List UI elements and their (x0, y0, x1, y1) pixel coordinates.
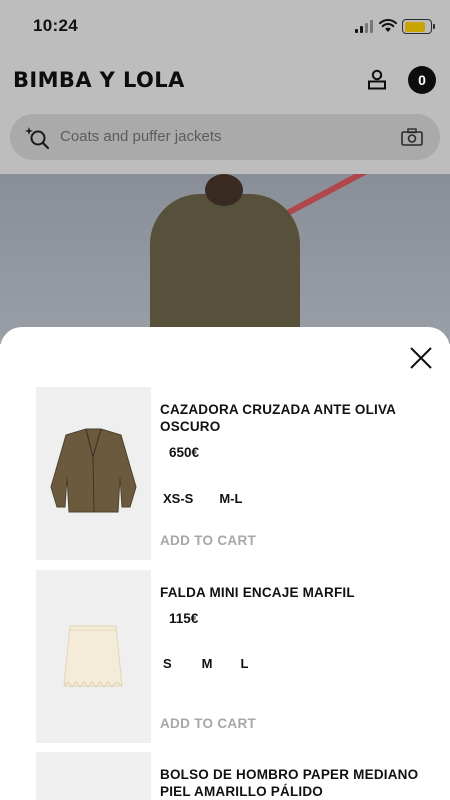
add-to-cart-button[interactable]: ADD TO CART (160, 716, 256, 731)
search-placeholder: Coats and puffer jackets (60, 128, 222, 145)
product-card: FALDA MINI ENCAJE MARFIL 115€ S M L ADD … (36, 570, 450, 743)
cellular-signal-icon (355, 20, 375, 33)
product-card: CAZADORA CRUZADA ANTE OLIVA OSCURO 650€ … (36, 387, 450, 560)
product-title[interactable]: FALDA MINI ENCAJE MARFIL (160, 584, 430, 601)
cart-button[interactable]: 0 (408, 66, 436, 94)
size-option[interactable]: M-L (219, 491, 242, 506)
product-title[interactable]: BOLSO DE HOMBRO PAPER MEDIANO PIEL AMARI… (160, 766, 430, 800)
close-icon[interactable] (408, 345, 434, 371)
product-image-jacket[interactable] (36, 387, 151, 560)
add-to-cart-button[interactable]: ADD TO CART (160, 533, 256, 548)
camera-icon[interactable] (401, 128, 423, 146)
size-option[interactable]: M (202, 656, 213, 671)
product-price: 650€ (169, 445, 200, 460)
status-time: 10:24 (33, 16, 78, 35)
size-option[interactable]: XS-S (163, 491, 193, 506)
product-image-skirt[interactable] (36, 570, 151, 743)
search-input[interactable]: Coats and puffer jackets (10, 114, 440, 160)
ai-search-icon (25, 127, 50, 150)
product-title[interactable]: CAZADORA CRUZADA ANTE OLIVA OSCURO (160, 401, 430, 435)
brand-logo[interactable]: BIMBA Y LOLA (13, 68, 185, 92)
battery-icon (402, 19, 435, 34)
hero-banner-image (0, 174, 450, 344)
account-icon[interactable] (366, 69, 388, 91)
product-price: 115€ (169, 611, 199, 626)
wifi-icon (379, 19, 397, 32)
size-option[interactable]: S (163, 656, 172, 671)
size-option[interactable]: L (241, 656, 249, 671)
product-image-bag[interactable] (36, 752, 151, 800)
product-bottom-sheet: CAZADORA CRUZADA ANTE OLIVA OSCURO 650€ … (0, 327, 450, 800)
size-selector: S M L (163, 656, 248, 671)
product-card: BOLSO DE HOMBRO PAPER MEDIANO PIEL AMARI… (36, 752, 450, 800)
size-selector: XS-S M-L (163, 491, 242, 506)
status-bar: 10:24 (0, 0, 450, 52)
app-header: BIMBA Y LOLA 0 Coats and puffer jackets (0, 52, 450, 174)
